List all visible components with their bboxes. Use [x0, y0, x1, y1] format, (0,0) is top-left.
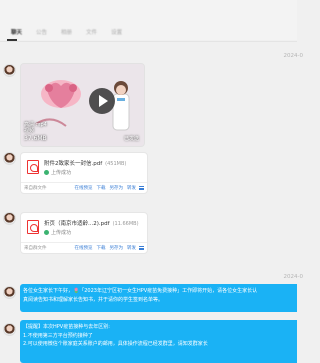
save-as-button[interactable]: 另存为: [110, 185, 124, 191]
avatar[interactable]: [3, 323, 16, 336]
file-actions: 来自群文件 在线预览 下载 另存为 转发: [21, 182, 147, 193]
avatar[interactable]: [3, 212, 16, 225]
file-source: 来自群文件: [24, 246, 47, 251]
text-message[interactable]: 【提醒】本次HPV疫苗接种与去年区别: 1.不使用第三方平台预约接种了 2.可以…: [20, 320, 297, 363]
avatar[interactable]: [3, 64, 16, 77]
tab-notice[interactable]: 公告: [29, 29, 54, 37]
file-source: 来自群文件: [24, 186, 47, 191]
save-as-button[interactable]: 另存为: [110, 245, 124, 251]
tab-settings[interactable]: 设置: [104, 29, 129, 37]
message-line: 1.不使用第三方平台预约接种了: [23, 332, 93, 339]
video-size: 37.6MB: [24, 135, 47, 142]
tab-chat[interactable]: 聊天: [4, 29, 29, 37]
avatar[interactable]: [3, 152, 16, 165]
message-line: 【提醒】本次HPV疫苗接种与去年区别:: [23, 324, 110, 330]
video-message[interactable]: 高清 mp4 视频 37.6MB 已发送: [20, 63, 145, 147]
menu-icon[interactable]: [139, 246, 144, 250]
file-body: 折页（南京市适龄...2).pdf (11.66MB) 上传成功: [21, 213, 147, 242]
check-icon: [44, 230, 49, 235]
file-name[interactable]: 折页（南京市适龄...2).pdf (11.66MB): [44, 219, 139, 227]
download-button[interactable]: 下载: [97, 245, 106, 251]
file-size: (451MB): [105, 161, 127, 167]
preview-button[interactable]: 在线预览: [75, 245, 93, 251]
message-line: 2.可以使用微信个账家庭关系账户的邮用，具体操作流程已经发群里，请知发群家长: [23, 341, 208, 347]
file-actions: 来自群文件 在线预览 下载 另存为 转发: [21, 242, 147, 253]
file-name[interactable]: 附件2致家长一封信.pdf (451MB): [44, 159, 126, 167]
check-icon: [44, 170, 49, 175]
pdf-icon: [27, 160, 39, 174]
text-message[interactable]: 各位女生家长下午好，🌷「2023年辽宁区初一女生HPV疫苗免费接种」工作即将开始…: [20, 284, 297, 312]
forward-button[interactable]: 转发: [127, 245, 136, 251]
avatar[interactable]: [3, 286, 16, 299]
file-size: (11.66MB): [112, 221, 139, 227]
divider: [0, 41, 297, 42]
file-body: 附件2致家长一封信.pdf (451MB) 上传成功: [21, 153, 147, 182]
message-date: 2024-0: [283, 53, 303, 59]
upload-status-text: 上传成功: [51, 230, 72, 236]
upload-status: 上传成功: [44, 229, 71, 236]
video-label: 视频: [24, 128, 35, 134]
file-message[interactable]: 折页（南京市适龄...2).pdf (11.66MB) 上传成功 来自群文件 在线…: [20, 212, 148, 254]
upload-status: 上传成功: [44, 169, 71, 176]
tab-files[interactable]: 文件: [79, 29, 104, 37]
file-name-text: 折页（南京市适龄...2).pdf: [44, 221, 110, 227]
upload-status-text: 上传成功: [51, 170, 72, 176]
video-meta: 高清 mp4 视频: [24, 122, 47, 134]
video-status: 已发送: [123, 136, 139, 142]
file-name-text: 附件2致家长一封信.pdf: [44, 161, 103, 167]
forward-button[interactable]: 转发: [127, 185, 136, 191]
pdf-icon: [27, 220, 39, 234]
message-line: 各位女生家长下午好，🌷「2023年辽宁区初一女生HPV疫苗免费接种」工作即将开始…: [23, 288, 258, 294]
tab-row: 聊天 公告 相册 文件 设置: [4, 28, 129, 38]
tab-bar: 聊天 公告 相册 文件 设置: [0, 0, 297, 41]
tab-album[interactable]: 相册: [54, 29, 79, 37]
play-button[interactable]: [89, 88, 115, 114]
message-line: 真阅读告知书和理解家长告知书，并于请你的学生签到名单等。: [23, 296, 164, 303]
download-button[interactable]: 下载: [97, 185, 106, 191]
file-message[interactable]: 附件2致家长一封信.pdf (451MB) 上传成功 来自群文件 在线预览 下载 …: [20, 152, 148, 194]
message-date: 2024-0: [283, 274, 303, 280]
menu-icon[interactable]: [139, 186, 144, 190]
preview-button[interactable]: 在线预览: [75, 185, 93, 191]
